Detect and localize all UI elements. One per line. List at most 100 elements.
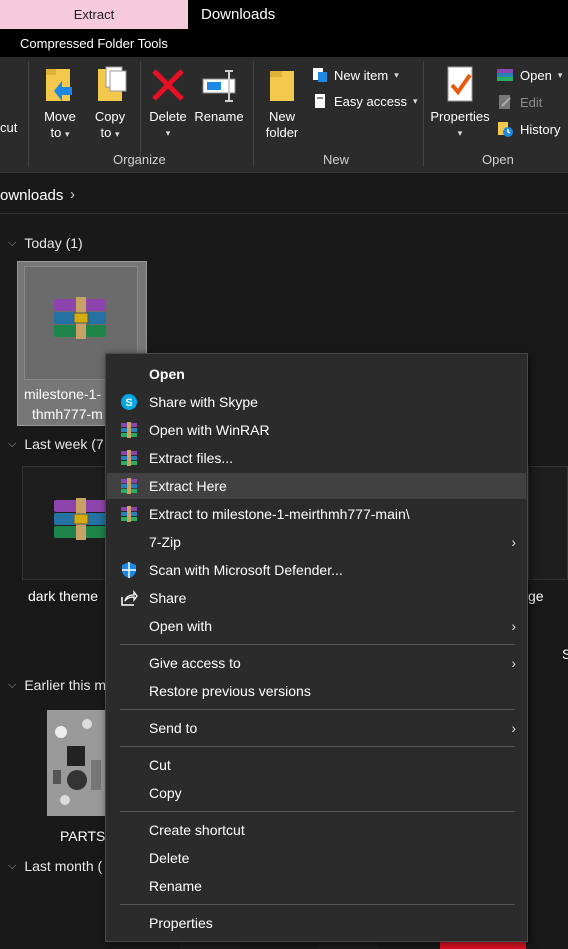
- delete-x-icon: [152, 69, 184, 101]
- caret-icon: ▾: [557, 69, 563, 80]
- group-header-today[interactable]: ⌵ Today (1): [8, 235, 83, 251]
- easy-access-label: Easy access: [334, 93, 407, 109]
- menu-item-share[interactable]: Share: [107, 585, 526, 611]
- copy-to-label-2: to ▾: [101, 125, 120, 142]
- properties-label: Properties: [430, 109, 490, 124]
- caret-icon: ▾: [165, 128, 171, 138]
- menu-item-rename[interactable]: Rename: [107, 873, 526, 899]
- menu-item-label: Cut: [149, 757, 171, 773]
- menu-item-delete[interactable]: Delete: [107, 845, 526, 871]
- collapse-chevron-icon[interactable]: ⌵: [8, 237, 16, 250]
- menu-item-give-access-to[interactable]: Give access to ›: [107, 650, 526, 676]
- move-to-icon: [46, 69, 72, 101]
- move-to-label-1: Move: [44, 109, 76, 124]
- edit-label: Edit: [520, 94, 543, 110]
- file-thumbnail-partial[interactable]: [528, 466, 568, 580]
- group-header-earlier[interactable]: ⌵ Earlier this m: [8, 677, 106, 693]
- selected-file-name-line2: thmh777-m: [32, 406, 103, 422]
- tab-compressed-folder-tools[interactable]: Compressed Folder Tools: [0, 29, 188, 57]
- group-header-last-month[interactable]: ⌵ Last month (: [8, 858, 102, 874]
- menu-item-label: Rename: [149, 878, 202, 894]
- collapse-chevron-icon[interactable]: ⌵: [8, 679, 16, 692]
- edit-button[interactable]: Edit: [496, 94, 542, 110]
- new-folder-label-1: New: [268, 109, 295, 124]
- menu-item-extract-here[interactable]: Extract Here: [107, 473, 526, 499]
- selected-file-name: milestone-1- thmh777-m: [18, 384, 104, 424]
- file-thumbnail-partial[interactable]: [180, 941, 240, 949]
- skype-icon: S: [119, 392, 139, 412]
- rename-button[interactable]: Rename: [194, 65, 244, 125]
- collapse-chevron-icon[interactable]: ⌵: [8, 860, 16, 873]
- menu-item-properties[interactable]: Properties: [107, 910, 526, 936]
- easy-access-button[interactable]: Easy access ▾: [312, 93, 418, 109]
- menu-item-extract-to[interactable]: Extract to milestone-1-meirthmh777-main\: [107, 501, 526, 527]
- menu-item-copy[interactable]: Copy: [107, 780, 526, 806]
- file-name-partial-s: S: [562, 646, 568, 662]
- submenu-arrow-icon: ›: [511, 618, 516, 634]
- group-header-label: Last week (7: [24, 436, 104, 452]
- rename-label: Rename: [194, 109, 244, 124]
- menu-item-create-shortcut[interactable]: Create shortcut: [107, 817, 526, 843]
- edit-icon: [499, 95, 511, 109]
- menu-item-restore-previous-versions[interactable]: Restore previous versions: [107, 678, 526, 704]
- menu-item-share-with-skype[interactable]: S Share with Skype: [107, 389, 526, 415]
- file-thumbnail-partial[interactable]: [318, 941, 378, 949]
- collapse-chevron-icon[interactable]: ⌵: [8, 438, 16, 451]
- open-button[interactable]: Open ▾: [496, 67, 562, 83]
- menu-item-scan-defender[interactable]: Scan with Microsoft Defender...: [107, 557, 526, 583]
- group-label-organize: Organize: [113, 152, 166, 167]
- move-to-button[interactable]: Move to ▾: [40, 65, 80, 142]
- new-item-button[interactable]: New item ▾: [312, 67, 399, 83]
- address-path[interactable]: ownloads: [0, 187, 63, 204]
- menu-item-label: Scan with Microsoft Defender...: [149, 562, 343, 578]
- properties-button[interactable]: Properties ▾: [428, 65, 492, 141]
- new-folder-label-2: folder: [265, 125, 299, 140]
- menu-item-label: 7-Zip: [149, 534, 181, 550]
- menu-item-7-zip[interactable]: 7-Zip ›: [107, 529, 526, 555]
- menu-item-label: Create shortcut: [149, 822, 245, 838]
- menu-item-open[interactable]: Open: [107, 361, 526, 387]
- menu-item-label: Restore previous versions: [149, 683, 311, 699]
- menu-item-extract-files[interactable]: Extract files...: [107, 445, 526, 471]
- easy-access-icon: [315, 94, 325, 108]
- menu-item-send-to[interactable]: Send to ›: [107, 715, 526, 741]
- parts-image-thumbnail[interactable]: [47, 710, 107, 816]
- menu-item-label: Open with WinRAR: [149, 422, 270, 438]
- file-name-parts: PARTS: [60, 828, 106, 844]
- copy-to-label-2-text: to: [100, 125, 112, 140]
- group-label-new: New: [323, 152, 350, 167]
- copy-to-button[interactable]: Copy to ▾: [90, 65, 130, 142]
- address-chevron-icon[interactable]: ›: [70, 186, 75, 203]
- new-folder-button[interactable]: New folder: [262, 65, 302, 141]
- menu-item-open-with-winrar[interactable]: Open with WinRAR: [107, 417, 526, 443]
- menu-item-cut[interactable]: Cut: [107, 752, 526, 778]
- caret-icon: ▾: [394, 69, 399, 80]
- properties-icon: [447, 66, 473, 102]
- defender-shield-icon: [119, 560, 139, 580]
- window-title: Downloads: [201, 6, 276, 23]
- history-button[interactable]: History: [496, 121, 560, 137]
- caret-icon: ▾: [412, 95, 418, 106]
- menu-item-open-with[interactable]: Open with ›: [107, 613, 526, 639]
- delete-button[interactable]: Delete ▾: [146, 65, 190, 141]
- submenu-arrow-icon: ›: [511, 655, 516, 671]
- tab-extract[interactable]: Extract: [0, 0, 188, 29]
- menu-item-label: Open: [149, 366, 185, 382]
- caret-icon: ▾: [64, 129, 70, 139]
- history-icon: [498, 122, 513, 137]
- new-item-icon: [313, 68, 327, 82]
- file-thumbnail-partial-red[interactable]: [440, 941, 526, 949]
- menu-item-label: Properties: [149, 915, 213, 931]
- menu-item-label: Share with Skype: [149, 394, 258, 410]
- svg-text:S: S: [125, 397, 132, 409]
- share-icon: [119, 588, 139, 608]
- group-header-last-week[interactable]: ⌵ Last week (7: [8, 436, 104, 452]
- group-header-label: Last month (: [24, 858, 103, 874]
- winrar-archive-icon: [54, 297, 106, 339]
- move-to-label-2: to ▾: [51, 125, 70, 142]
- menu-item-label: Send to: [149, 720, 198, 736]
- history-label: History: [520, 121, 561, 137]
- group-header-label: Earlier this m: [24, 677, 107, 693]
- address-bar[interactable]: ownloads ›: [0, 177, 568, 214]
- cut-label-fragment[interactable]: cut: [0, 120, 17, 135]
